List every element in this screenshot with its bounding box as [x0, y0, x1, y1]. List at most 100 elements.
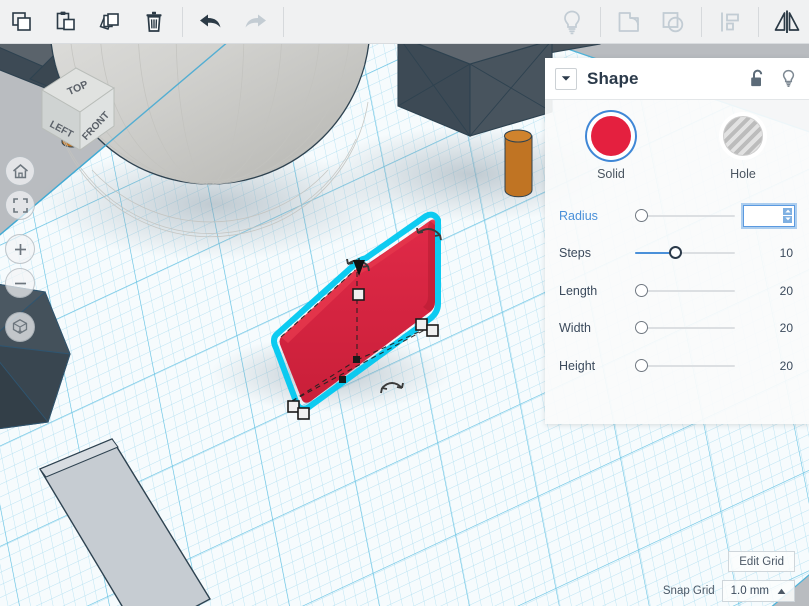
projection-toggle-button[interactable]: [5, 312, 35, 342]
width-label: Width: [559, 321, 591, 336]
steps-label: Steps: [559, 246, 591, 261]
cube-projection-icon: [12, 319, 28, 334]
radius-slider-knob[interactable]: [635, 208, 648, 222]
radius-slider-track: [635, 214, 735, 217]
radius-stepper-down[interactable]: [783, 215, 792, 223]
group-button[interactable]: [607, 2, 651, 42]
property-row-height: Height 20: [545, 347, 809, 385]
delete-button[interactable]: [132, 2, 176, 42]
height-slider[interactable]: [635, 358, 735, 374]
copy-button[interactable]: [0, 2, 44, 42]
paste-icon: [56, 11, 75, 30]
hole-swatch-ring: [719, 112, 767, 160]
toolbar-divider: [701, 6, 702, 37]
align-button[interactable]: [708, 2, 752, 42]
collapse-panel-button[interactable]: [555, 67, 577, 90]
zoom-in-button[interactable]: [5, 234, 35, 264]
toolbar-group-align: [708, 0, 752, 44]
minus-icon: [14, 282, 26, 284]
fit-view-button[interactable]: [5, 190, 35, 220]
snap-grid-label: Snap Grid: [662, 585, 715, 597]
shape-light-button[interactable]: [780, 69, 797, 88]
toolbar-group-edit: [0, 0, 176, 44]
top-toolbar: [0, 0, 809, 44]
shape-mode-selector: Solid Hole: [545, 100, 809, 191]
length-slider[interactable]: [635, 283, 735, 299]
lock-shape-button[interactable]: [749, 69, 766, 88]
shape-panel-actions: [749, 69, 797, 88]
radius-label: Radius: [559, 208, 598, 223]
width-value[interactable]: 20: [780, 321, 795, 335]
radius-slider[interactable]: [635, 208, 735, 224]
shape-panel-title: Shape: [587, 68, 639, 88]
plus-icon: [14, 243, 26, 255]
toolbar-divider: [600, 6, 601, 37]
chevron-down-icon: [561, 76, 571, 81]
width-slider[interactable]: [635, 320, 735, 336]
toolbar-group-light: [550, 0, 594, 44]
height-slider-knob[interactable]: [635, 358, 648, 372]
steps-slider-knob[interactable]: [669, 246, 682, 260]
hole-mode-label: Hole: [730, 167, 756, 181]
property-row-width: Width 20: [545, 310, 809, 348]
hole-pattern-swatch: [723, 116, 763, 156]
redo-button: [233, 2, 277, 42]
align-icon: [721, 12, 739, 31]
shape-properties-list: Radius Steps 10 Length 20 Width 20 Heigh…: [545, 191, 809, 385]
radius-input-wrapper[interactable]: [743, 204, 795, 227]
shape-inspector-panel: Shape Solid Hole Radius Steps 10 Length …: [545, 58, 809, 424]
length-label: Length: [559, 283, 598, 298]
ungroup-button[interactable]: [651, 2, 695, 42]
toolbar-group-grouping: [607, 0, 695, 44]
height-label: Height: [559, 358, 596, 373]
viewport-nav-controls: [5, 156, 35, 342]
property-row-radius: Radius: [545, 197, 809, 235]
length-value[interactable]: 20: [780, 284, 795, 298]
fit-to-view-icon: [12, 197, 28, 213]
length-slider-knob[interactable]: [635, 283, 648, 297]
shape-panel-header: Shape: [545, 58, 809, 100]
steps-slider[interactable]: [635, 245, 735, 261]
edit-grid-label: Edit Grid: [739, 555, 784, 568]
steps-value[interactable]: 10: [780, 246, 795, 260]
solid-swatch-ring: [587, 112, 635, 160]
caret-up-icon: [784, 209, 791, 213]
zoom-out-button[interactable]: [5, 268, 35, 298]
length-slider-track: [635, 289, 735, 292]
unlocked-padlock-icon: [751, 69, 763, 87]
redo-arrow-icon: [245, 14, 266, 27]
height-value[interactable]: 20: [780, 359, 795, 373]
solid-mode-option[interactable]: Solid: [563, 112, 659, 181]
property-row-length: Length 20: [545, 272, 809, 310]
solid-mode-label: Solid: [597, 167, 625, 181]
tinkercad-editor: TOP LEFT FRONT Edit Grid Snap Grid 1.0 m…: [0, 0, 809, 606]
snap-grid-select[interactable]: 1.0 mm: [721, 580, 795, 602]
caret-down-icon: [784, 217, 791, 221]
paste-button[interactable]: [44, 2, 88, 42]
radius-stepper[interactable]: [783, 207, 792, 223]
mirror-flip-icon: [774, 10, 800, 33]
mirror-button[interactable]: [765, 2, 809, 42]
lightbulb-icon: [564, 10, 580, 34]
home-view-button[interactable]: [5, 156, 35, 186]
undo-button[interactable]: [189, 2, 233, 42]
group-shapes-icon: [618, 11, 639, 32]
caret-up-icon: [777, 588, 786, 594]
duplicate-button[interactable]: [88, 2, 132, 42]
solid-color-swatch: [591, 116, 631, 156]
height-slider-track: [635, 364, 735, 367]
edit-grid-button[interactable]: Edit Grid: [728, 551, 795, 572]
toolbar-group-history: [189, 0, 277, 44]
snap-grid-control: Snap Grid 1.0 mm: [663, 580, 795, 602]
toolbar-divider: [283, 6, 284, 37]
light-button[interactable]: [550, 2, 594, 42]
radius-stepper-up[interactable]: [783, 207, 792, 215]
radius-input[interactable]: [744, 206, 780, 225]
ungroup-shapes-icon: [662, 11, 684, 32]
undo-arrow-icon: [200, 14, 221, 27]
hole-mode-option[interactable]: Hole: [695, 112, 791, 181]
home-icon: [12, 163, 28, 178]
width-slider-knob[interactable]: [635, 321, 648, 335]
width-slider-track: [635, 327, 735, 330]
